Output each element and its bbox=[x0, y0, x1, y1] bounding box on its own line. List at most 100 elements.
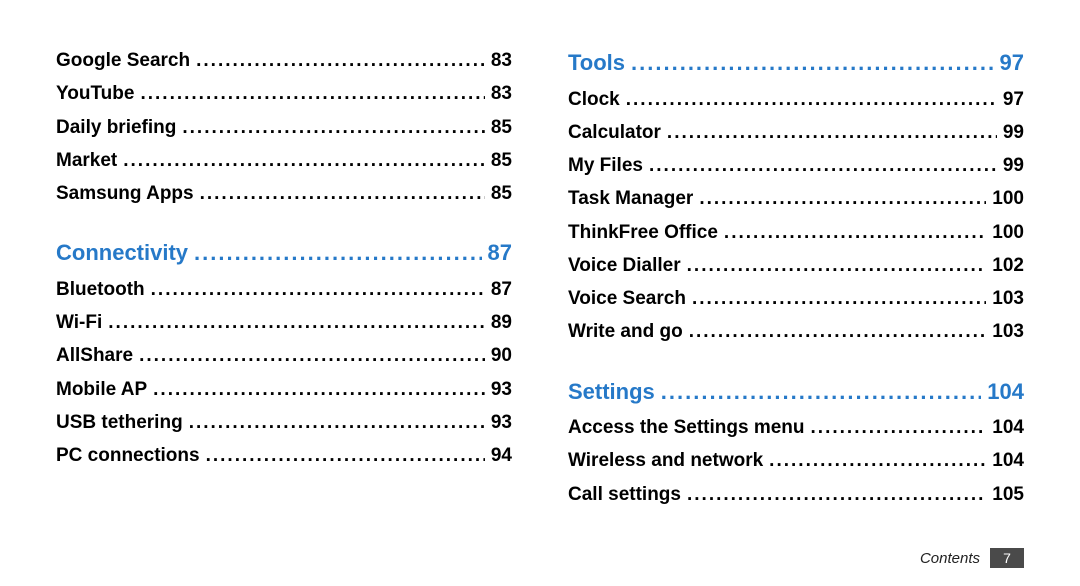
toc-section-page: 97 bbox=[1000, 44, 1024, 83]
toc-item[interactable]: Task Manager 100 bbox=[568, 182, 1024, 215]
toc-item-label: Mobile AP bbox=[56, 373, 147, 406]
toc-item-page: 90 bbox=[491, 339, 512, 372]
toc-item-page: 100 bbox=[992, 216, 1024, 249]
toc-leader-dots bbox=[108, 306, 485, 339]
toc-item[interactable]: Market 85 bbox=[56, 144, 512, 177]
toc-leader-dots bbox=[189, 406, 485, 439]
toc-item-page: 97 bbox=[1003, 83, 1024, 116]
toc-item-page: 83 bbox=[491, 44, 512, 77]
toc-item[interactable]: My Files 99 bbox=[568, 149, 1024, 182]
toc-item-label: USB tethering bbox=[56, 406, 183, 439]
toc-section-label: Settings bbox=[568, 373, 655, 412]
toc-item-page: 83 bbox=[491, 77, 512, 110]
toc-item-page: 99 bbox=[1003, 149, 1024, 182]
toc-leader-dots bbox=[687, 478, 986, 511]
toc-item[interactable]: Clock 97 bbox=[568, 83, 1024, 116]
toc-section-tools[interactable]: Tools 97 bbox=[568, 44, 1024, 83]
toc-page: Google Search 83 YouTube 83 Daily briefi… bbox=[0, 0, 1080, 586]
toc-item[interactable]: Wi-Fi 89 bbox=[56, 306, 512, 339]
toc-item-label: YouTube bbox=[56, 77, 134, 110]
toc-item[interactable]: Voice Search 103 bbox=[568, 282, 1024, 315]
toc-item[interactable]: Bluetooth 87 bbox=[56, 273, 512, 306]
toc-item-label: Task Manager bbox=[568, 182, 693, 215]
toc-item-label: Voice Dialler bbox=[568, 249, 681, 282]
toc-item-label: Call settings bbox=[568, 478, 681, 511]
toc-leader-dots bbox=[667, 116, 997, 149]
toc-leader-dots bbox=[626, 83, 997, 116]
toc-item-page: 104 bbox=[992, 411, 1024, 444]
toc-leader-dots bbox=[699, 182, 986, 215]
toc-item-label: Wi-Fi bbox=[56, 306, 102, 339]
toc-item-label: ThinkFree Office bbox=[568, 216, 718, 249]
toc-item-page: 102 bbox=[992, 249, 1024, 282]
toc-item-page: 89 bbox=[491, 306, 512, 339]
toc-item-label: Wireless and network bbox=[568, 444, 763, 477]
toc-leader-dots bbox=[692, 282, 986, 315]
toc-leader-dots bbox=[153, 373, 485, 406]
toc-item[interactable]: Access the Settings menu 104 bbox=[568, 411, 1024, 444]
toc-item-label: PC connections bbox=[56, 439, 200, 472]
toc-item[interactable]: USB tethering 93 bbox=[56, 406, 512, 439]
toc-item[interactable]: Call settings 105 bbox=[568, 478, 1024, 511]
toc-item[interactable]: AllShare 90 bbox=[56, 339, 512, 372]
toc-item[interactable]: ThinkFree Office 100 bbox=[568, 216, 1024, 249]
toc-right-column: Tools 97 Clock 97 Calculator 99 My Files… bbox=[568, 44, 1024, 511]
toc-leader-dots bbox=[661, 373, 981, 412]
toc-item-page: 99 bbox=[1003, 116, 1024, 149]
toc-item-page: 100 bbox=[992, 182, 1024, 215]
toc-left-column: Google Search 83 YouTube 83 Daily briefi… bbox=[56, 44, 512, 511]
toc-section-page: 104 bbox=[987, 373, 1024, 412]
toc-item-label: Daily briefing bbox=[56, 111, 176, 144]
toc-item[interactable]: Write and go 103 bbox=[568, 315, 1024, 348]
toc-leader-dots bbox=[196, 44, 485, 77]
toc-section-label: Tools bbox=[568, 44, 625, 83]
toc-leader-dots bbox=[182, 111, 485, 144]
toc-item-page: 93 bbox=[491, 406, 512, 439]
toc-leader-dots bbox=[206, 439, 485, 472]
toc-section-page: 87 bbox=[488, 234, 512, 273]
page-footer: Contents 7 bbox=[920, 548, 1024, 568]
toc-section-settings[interactable]: Settings 104 bbox=[568, 373, 1024, 412]
toc-leader-dots bbox=[140, 77, 484, 110]
toc-leader-dots bbox=[631, 44, 993, 83]
toc-item[interactable]: Samsung Apps 85 bbox=[56, 177, 512, 210]
toc-item-label: Voice Search bbox=[568, 282, 686, 315]
toc-section-connectivity[interactable]: Connectivity 87 bbox=[56, 234, 512, 273]
toc-item[interactable]: Calculator 99 bbox=[568, 116, 1024, 149]
toc-item[interactable]: PC connections 94 bbox=[56, 439, 512, 472]
toc-columns: Google Search 83 YouTube 83 Daily briefi… bbox=[56, 44, 1024, 511]
toc-leader-dots bbox=[769, 444, 986, 477]
toc-item-page: 94 bbox=[491, 439, 512, 472]
toc-item[interactable]: Mobile AP 93 bbox=[56, 373, 512, 406]
toc-item-page: 105 bbox=[992, 478, 1024, 511]
toc-item[interactable]: Wireless and network 104 bbox=[568, 444, 1024, 477]
toc-item-page: 103 bbox=[992, 282, 1024, 315]
toc-item-page: 85 bbox=[491, 177, 512, 210]
toc-leader-dots bbox=[194, 234, 481, 273]
toc-leader-dots bbox=[139, 339, 485, 372]
toc-item-label: AllShare bbox=[56, 339, 133, 372]
toc-leader-dots bbox=[811, 411, 987, 444]
toc-leader-dots bbox=[689, 315, 987, 348]
toc-item-page: 87 bbox=[491, 273, 512, 306]
page-number-badge: 7 bbox=[990, 548, 1024, 568]
toc-item-page: 103 bbox=[992, 315, 1024, 348]
toc-item-label: Clock bbox=[568, 83, 620, 116]
toc-item-label: Samsung Apps bbox=[56, 177, 194, 210]
toc-section-label: Connectivity bbox=[56, 234, 188, 273]
toc-item-label: Access the Settings menu bbox=[568, 411, 805, 444]
toc-item-label: Bluetooth bbox=[56, 273, 145, 306]
toc-item[interactable]: Daily briefing 85 bbox=[56, 111, 512, 144]
toc-leader-dots bbox=[724, 216, 986, 249]
toc-item[interactable]: Google Search 83 bbox=[56, 44, 512, 77]
toc-item-page: 85 bbox=[491, 144, 512, 177]
toc-item-label: Market bbox=[56, 144, 117, 177]
footer-label: Contents bbox=[920, 550, 980, 567]
toc-item-page: 104 bbox=[992, 444, 1024, 477]
toc-item[interactable]: YouTube 83 bbox=[56, 77, 512, 110]
toc-item-page: 85 bbox=[491, 111, 512, 144]
toc-item[interactable]: Voice Dialler 102 bbox=[568, 249, 1024, 282]
toc-item-label: My Files bbox=[568, 149, 643, 182]
toc-item-label: Google Search bbox=[56, 44, 190, 77]
toc-item-label: Write and go bbox=[568, 315, 683, 348]
